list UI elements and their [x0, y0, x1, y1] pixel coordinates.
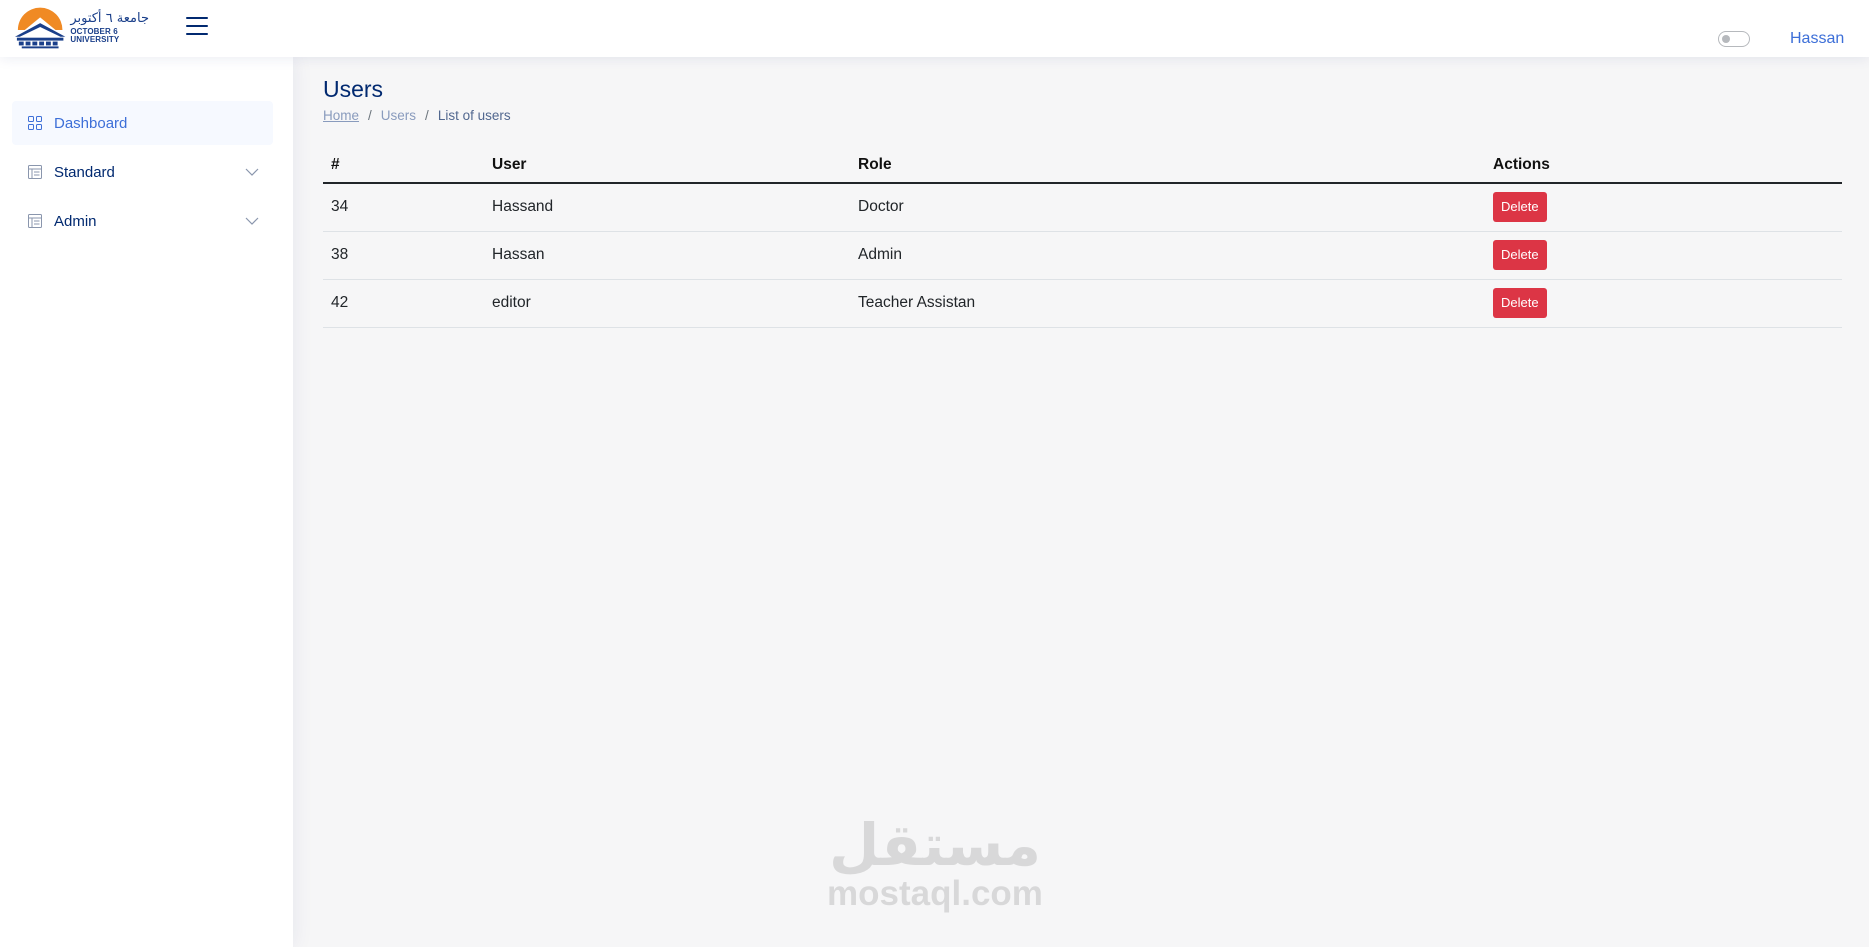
cell-id: 34	[323, 183, 484, 232]
toggle-knob	[1722, 35, 1730, 43]
theme-toggle-switch[interactable]	[1718, 31, 1750, 47]
table-row: 38 Hassan Admin Delete	[323, 231, 1842, 280]
breadcrumb-separator: /	[368, 108, 372, 123]
sidebar-toggle-button[interactable]	[186, 17, 208, 37]
menu-icon-bar	[186, 33, 208, 35]
university-logo-icon	[14, 7, 66, 49]
cell-id: 42	[323, 279, 484, 328]
sidebar-item-label: Dashboard	[54, 114, 128, 132]
top-header: جامعة ٦ أكتوبر OCTOBER 6 UNIVERSITY Hass…	[0, 0, 1869, 57]
watermark-latin: mostaql.com	[827, 874, 1043, 913]
university-logo[interactable]: جامعة ٦ أكتوبر OCTOBER 6 UNIVERSITY	[14, 6, 166, 50]
users-table: # User Role Actions 34 Hassand Doctor De…	[323, 147, 1842, 328]
logo-arabic-text: جامعة ٦ أكتوبر	[70, 11, 150, 26]
column-header-id: #	[323, 147, 484, 184]
chevron-down-icon	[245, 168, 259, 176]
breadcrumb-current: List of users	[437, 108, 511, 123]
sidebar-item-label: Standard	[54, 163, 115, 181]
sidebar-item-label: Admin	[54, 212, 97, 230]
table-row: 34 Hassand Doctor Delete	[323, 183, 1842, 232]
menu-icon	[186, 17, 208, 19]
column-header-actions: Actions	[1485, 147, 1842, 184]
cell-role: Admin	[850, 231, 1485, 280]
menu-icon-bar	[186, 25, 208, 27]
cell-role: Doctor	[850, 183, 1485, 232]
grid-icon	[28, 116, 42, 130]
sidebar-item-admin[interactable]: Admin	[12, 199, 273, 243]
logo-english-text: OCTOBER 6 UNIVERSITY	[70, 27, 120, 44]
breadcrumb-separator: /	[425, 108, 429, 123]
page-title: Users	[323, 76, 384, 102]
sidebar: Dashboard Standard Admin	[0, 57, 293, 947]
breadcrumb: Home / Users / List of users	[323, 108, 511, 123]
delete-button[interactable]: Delete	[1493, 240, 1547, 270]
cell-actions: Delete	[1485, 231, 1842, 280]
breadcrumb-users[interactable]: Users	[381, 108, 416, 123]
layout-text-icon	[28, 165, 42, 179]
delete-button[interactable]: Delete	[1493, 288, 1547, 318]
sidebar-item-dashboard[interactable]: Dashboard	[12, 101, 273, 145]
logo-text: جامعة ٦ أكتوبر OCTOBER 6 UNIVERSITY	[70, 12, 166, 44]
profile-user-name[interactable]: Hassan	[1790, 30, 1844, 48]
watermark-arabic: مستقل	[828, 811, 1042, 879]
cell-id: 38	[323, 231, 484, 280]
delete-button[interactable]: Delete	[1493, 192, 1547, 223]
layout-text-icon	[28, 214, 42, 228]
chevron-down-icon	[245, 217, 259, 225]
breadcrumb-home-link[interactable]: Home	[323, 108, 359, 123]
cell-user: editor	[484, 279, 850, 328]
table-header-row: # User Role Actions	[323, 147, 1842, 184]
cell-user: Hassan	[484, 231, 850, 280]
cell-actions: Delete	[1485, 183, 1842, 232]
cell-role: Teacher Assistan	[850, 279, 1485, 328]
table-row: 42 editor Teacher Assistan Delete	[323, 279, 1842, 328]
column-header-user: User	[484, 147, 850, 184]
column-header-role: Role	[850, 147, 1485, 184]
sidebar-item-standard[interactable]: Standard	[12, 150, 273, 194]
cell-user: Hassand	[484, 183, 850, 232]
watermark: مستقل mostaql.com	[820, 816, 1050, 911]
cell-actions: Delete	[1485, 279, 1842, 328]
